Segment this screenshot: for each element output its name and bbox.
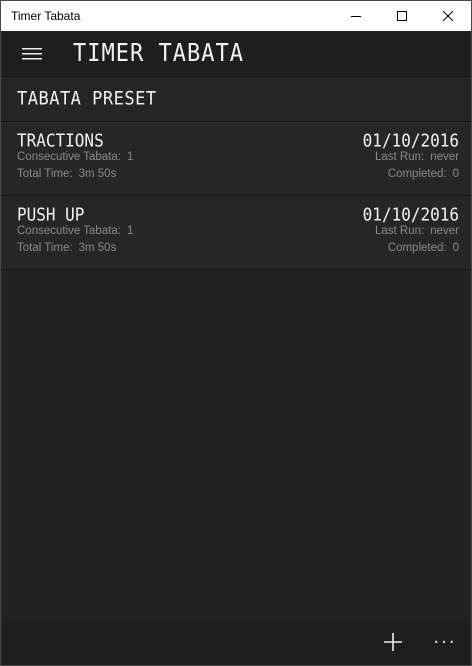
maximize-icon (397, 11, 407, 21)
more-button[interactable]: ··· (419, 619, 471, 665)
last-run: Last Run: never (375, 225, 459, 237)
consecutive-label: Consecutive Tabata: (17, 151, 121, 163)
app-header: TIMER TABATA (1, 31, 471, 77)
completed: Completed: 0 (388, 168, 459, 180)
section-header: TABATA PRESET (1, 77, 471, 122)
total-time-label: Total Time: (17, 168, 73, 180)
hamburger-icon (22, 47, 42, 59)
completed-value: 0 (452, 242, 459, 254)
preset-name: PUSH UP (17, 204, 85, 225)
more-icon: ··· (433, 631, 457, 653)
window-title: Timer Tabata (11, 9, 81, 23)
app-window: Timer Tabata TIMER TABATA TABATA PRESET … (0, 0, 472, 666)
menu-button[interactable] (1, 31, 63, 76)
total-time: Total Time: 3m 50s (17, 242, 116, 254)
preset-date: 01/10/2016 (362, 204, 459, 225)
consecutive-value: 1 (127, 225, 134, 237)
total-time-value: 3m 50s (78, 168, 117, 180)
consecutive-tabata: Consecutive Tabata: 1 (17, 151, 133, 163)
section-title: TABATA PRESET (17, 88, 157, 110)
last-run-label: Last Run: (374, 225, 425, 237)
title-bar: Timer Tabata (1, 1, 471, 31)
consecutive-tabata: Consecutive Tabata: 1 (17, 225, 133, 237)
last-run: Last Run: never (375, 151, 459, 163)
preset-name: TRACTIONS (17, 130, 104, 151)
command-bar: ··· (1, 619, 471, 665)
close-button[interactable] (425, 1, 471, 31)
add-preset-button[interactable] (367, 619, 419, 665)
completed-value: 0 (452, 168, 459, 180)
consecutive-value: 1 (127, 151, 134, 163)
preset-item-push-up[interactable]: PUSH UP 01/10/2016 Consecutive Tabata: 1 … (1, 196, 471, 270)
total-time-label: Total Time: (17, 242, 73, 254)
consecutive-label: Consecutive Tabata: (17, 225, 121, 237)
maximize-button[interactable] (379, 1, 425, 31)
preset-item-tractions[interactable]: TRACTIONS 01/10/2016 Consecutive Tabata:… (1, 122, 471, 196)
completed-label: Completed: (387, 242, 447, 254)
minimize-button[interactable] (333, 1, 379, 31)
preset-list: TRACTIONS 01/10/2016 Consecutive Tabata:… (1, 122, 471, 270)
last-run-label: Last Run: (374, 151, 425, 163)
total-time: Total Time: 3m 50s (17, 168, 116, 180)
close-icon (443, 11, 453, 21)
last-run-value: never (430, 225, 459, 237)
plus-icon (384, 633, 402, 651)
total-time-value: 3m 50s (78, 242, 117, 254)
app-title: TIMER TABATA (73, 39, 244, 68)
completed-label: Completed: (387, 168, 447, 180)
minimize-icon (351, 16, 361, 17)
last-run-value: never (430, 151, 459, 163)
preset-date: 01/10/2016 (362, 130, 459, 151)
completed: Completed: 0 (388, 242, 459, 254)
